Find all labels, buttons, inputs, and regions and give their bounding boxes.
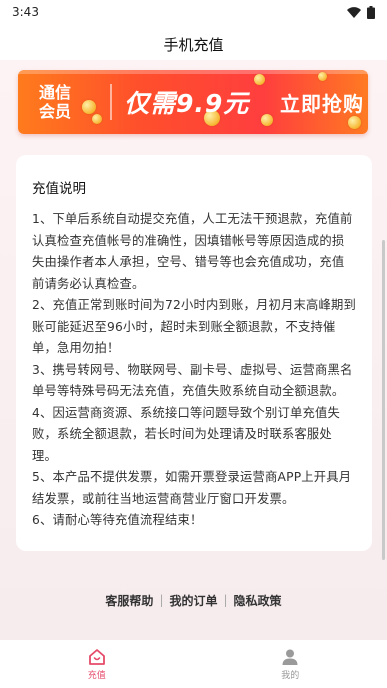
buy-now-button[interactable]: 立即抢购	[280, 88, 364, 117]
privacy-policy-link[interactable]: 隐私政策	[234, 592, 282, 609]
nav-bar: 手机充值	[0, 24, 387, 60]
page-title: 手机充值	[163, 35, 224, 54]
notice-item: 1、下单后系统自动提交充值，人工无法干预退款，充值前认真检查充值帐号的准确性，因…	[32, 212, 353, 291]
banner-divider	[110, 84, 112, 120]
banner-tag: 通信 会员	[30, 83, 80, 121]
tab-mine-label: 我的	[281, 670, 300, 681]
notice-body: 1、下单后系统自动提交充值，人工无法干预退款，充值前认真检查充值帐号的准确性，因…	[32, 209, 356, 532]
user-icon	[282, 649, 298, 665]
coin-decoration	[254, 74, 265, 85]
wifi-icon	[347, 6, 361, 18]
tab-recharge-label: 充值	[87, 670, 106, 681]
recharge-notice-card: 充值说明 1、下单后系统自动提交充值，人工无法干预退款，充值前认真检查充值帐号的…	[16, 155, 372, 551]
tab-recharge[interactable]: 充值	[0, 640, 194, 688]
my-orders-link[interactable]: 我的订单	[169, 592, 217, 609]
scrollbar[interactable]	[382, 240, 385, 560]
banner-tag-line2: 会员	[38, 102, 71, 121]
notice-item: 6、请耐心等待充值流程结束！	[32, 513, 203, 527]
status-icons	[347, 5, 375, 19]
notice-title: 充值说明	[32, 181, 86, 197]
banner-price: 仅需9.9元	[124, 89, 250, 118]
promo-banner[interactable]: 通信 会员 仅需9.9元 立即抢购	[18, 70, 368, 134]
banner-tag-line1: 通信	[38, 83, 71, 102]
coin-decoration	[261, 114, 273, 126]
status-time: 3:43	[12, 5, 39, 19]
coin-decoration	[348, 116, 361, 129]
home-icon	[88, 648, 105, 665]
coin-decoration	[82, 100, 96, 114]
coin-decoration	[318, 72, 327, 81]
footer-separator: |	[223, 593, 228, 607]
bottom-tab-bar: 充值 我的	[0, 640, 387, 688]
coin-decoration	[92, 114, 102, 124]
notice-item: 5、本产品不提供发票，如需开票登录运营商APP上开具月结发票，或前往当地运营商营…	[32, 470, 352, 506]
tab-mine[interactable]: 我的	[194, 640, 387, 688]
notice-item: 4、因运营商资源、系统接口等问题导致个别订单充值失败，系统全额退款，若长时间为处…	[32, 405, 340, 463]
status-bar: 3:43	[0, 0, 387, 24]
notice-item: 2、充值正常到账时间为72小时内到账，月初月末高峰期到账可能延迟至96小时，超时…	[32, 298, 356, 355]
customer-service-link[interactable]: 客服帮助	[105, 592, 153, 609]
battery-icon	[367, 5, 375, 19]
notice-item: 3、携号转网号、物联网号、副卡号、虚拟号、运营商黑名单号等特殊号码无法充值，充值…	[32, 362, 353, 399]
footer-links: 客服帮助 | 我的订单 | 隐私政策	[0, 592, 387, 608]
footer-separator: |	[159, 593, 164, 607]
